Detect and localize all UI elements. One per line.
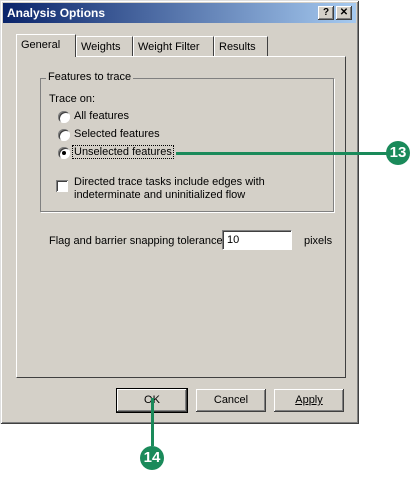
callout-14-leader (151, 398, 154, 446)
radio-selected-features[interactable] (58, 129, 70, 141)
callout-13-badge: 13 (386, 141, 410, 165)
directed-trace-checkbox[interactable] (56, 180, 68, 192)
help-button[interactable]: ? (318, 6, 334, 20)
radio-all-features[interactable] (58, 111, 70, 123)
callout-14-badge: 14 (140, 446, 164, 470)
close-button[interactable]: ✕ (336, 6, 352, 20)
radio-selected-dot (62, 151, 66, 155)
tab-results[interactable]: Results (214, 36, 268, 56)
window-title: Analysis Options (7, 6, 106, 20)
tolerance-units: pixels (304, 235, 333, 247)
tolerance-input[interactable] (222, 230, 292, 250)
radio-all-features-label[interactable]: All features (74, 110, 129, 122)
radio-unselected-features-label[interactable]: Unselected features (72, 145, 174, 159)
callout-13-leader (176, 152, 388, 155)
apply-button[interactable]: Apply (274, 389, 344, 412)
tab-weights[interactable]: Weights (76, 36, 133, 56)
tab-weight-filter[interactable]: Weight Filter (133, 36, 214, 56)
tab-general[interactable]: General (16, 34, 76, 57)
trace-on-label: Trace on: (49, 93, 96, 105)
cancel-button-label: Cancel (213, 394, 249, 406)
radio-selected-features-label[interactable]: Selected features (74, 128, 160, 140)
apply-button-label: Apply (295, 394, 323, 406)
tolerance-label: Flag and barrier snapping tolerance (49, 235, 223, 247)
analysis-options-dialog: Analysis Options ? ✕ General Weights Wei… (0, 0, 359, 424)
directed-trace-label-line1[interactable]: Directed trace tasks include edges with (74, 176, 265, 188)
radio-unselected-features[interactable] (58, 147, 70, 159)
cancel-button[interactable]: Cancel (196, 389, 266, 412)
group-legend: Features to trace (46, 71, 134, 83)
directed-trace-label-line2[interactable]: indeterminate and uninitialized flow (74, 189, 245, 201)
title-bar[interactable]: Analysis Options ? ✕ (3, 3, 356, 23)
